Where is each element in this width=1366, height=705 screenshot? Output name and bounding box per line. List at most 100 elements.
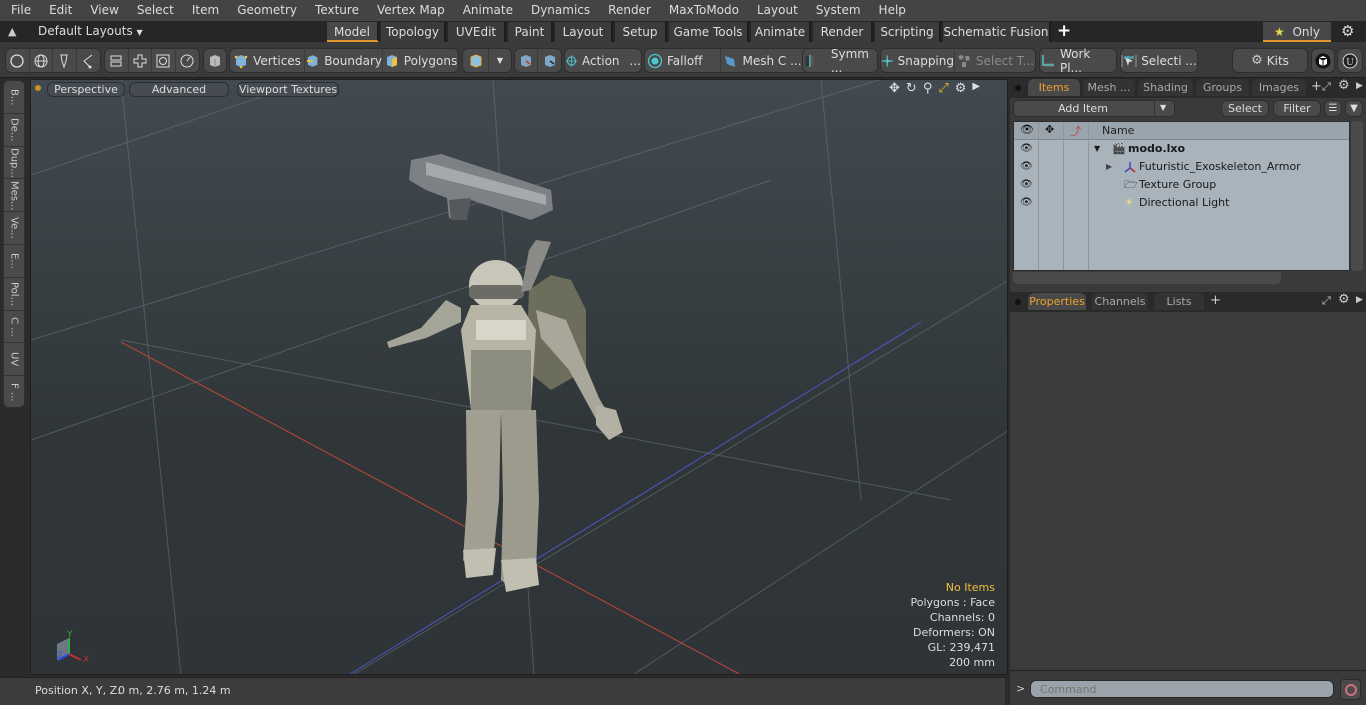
polygons-button[interactable]: Polygons: [383, 49, 458, 72]
tab-shading[interactable]: Shading: [1138, 79, 1193, 96]
menu-edit[interactable]: Edit: [40, 0, 81, 21]
record-button[interactable]: [1340, 679, 1361, 700]
arrow-right-icon[interactable]: ▶: [1356, 81, 1363, 91]
tab-images[interactable]: Images: [1252, 79, 1306, 96]
expand-icon[interactable]: ⤢: [1322, 294, 1331, 308]
menu-texture[interactable]: Texture: [306, 0, 368, 21]
tab-setup[interactable]: Setup: [615, 22, 667, 42]
material-mode-button[interactable]: [463, 49, 489, 72]
world-transform-button[interactable]: [515, 49, 538, 72]
arrow-right-icon[interactable]: ▶: [972, 81, 980, 96]
menu-item[interactable]: Item: [183, 0, 228, 21]
tab-scripting[interactable]: Scripting: [875, 22, 941, 42]
pan-icon[interactable]: ✥: [889, 81, 900, 96]
frame-button[interactable]: [152, 49, 176, 72]
add-tab-icon[interactable]: +: [1311, 79, 1322, 94]
tab-animate[interactable]: Animate: [751, 22, 811, 42]
mesh-constraint-button[interactable]: Mesh C ...: [721, 49, 803, 72]
tree-row-texture-group[interactable]: 👁 🗁 Texture Group: [1014, 176, 1349, 194]
perspective-dropdown[interactable]: Perspective: [47, 82, 125, 97]
viewport-textures-dropdown[interactable]: Viewport Textures: [237, 82, 339, 97]
items-scrollbar[interactable]: [1351, 121, 1363, 271]
layouts-dropdown[interactable]: Default Layouts ▼: [38, 24, 143, 38]
name-column-header[interactable]: Name: [1102, 124, 1134, 137]
expand-triangle-icon[interactable]: ▶: [1106, 158, 1112, 176]
tab-mesh[interactable]: Mesh ...: [1083, 79, 1135, 96]
eye-icon[interactable]: 👁: [1020, 176, 1033, 194]
collapse-icon[interactable]: ▲: [8, 25, 16, 38]
only-favorites-button[interactable]: ★ Only: [1263, 22, 1331, 42]
menu-animate[interactable]: Animate: [454, 0, 522, 21]
tab-properties[interactable]: Properties: [1028, 293, 1086, 310]
gear-icon[interactable]: ⚙: [1338, 78, 1350, 93]
align-button[interactable]: [105, 49, 129, 72]
lasso-button[interactable]: [77, 49, 100, 72]
filter-button[interactable]: Filter: [1273, 100, 1321, 117]
work-plane-button[interactable]: Work Pl...: [1040, 47, 1116, 75]
item-mode-button[interactable]: [204, 49, 226, 72]
kits-button[interactable]: ⚙ Kits: [1233, 49, 1307, 72]
arrow-right-icon[interactable]: ▶: [1356, 295, 1363, 305]
gear-icon[interactable]: ⚙: [1341, 22, 1354, 40]
tab-groups[interactable]: Groups: [1196, 79, 1249, 96]
weapon-model[interactable]: [409, 154, 553, 220]
chevron-down-icon[interactable]: ▼: [1160, 103, 1166, 112]
add-item-button[interactable]: Add Item ▼: [1013, 100, 1175, 117]
tree-row-directional-light[interactable]: 👁 ☀ Directional Light: [1014, 194, 1349, 212]
tab-items[interactable]: Items: [1028, 79, 1080, 96]
menu-maxtomodo[interactable]: MaxToModo: [660, 0, 748, 21]
timer-button[interactable]: [176, 49, 199, 72]
tab-paint[interactable]: Paint: [508, 22, 553, 42]
maximize-icon[interactable]: ⤢: [938, 81, 948, 96]
tab-uvedit[interactable]: UVEdit: [448, 22, 506, 42]
symmetry-button[interactable]: Symm ...: [803, 47, 877, 75]
left-tab-polygon[interactable]: Pol...: [4, 278, 24, 311]
material-dropdown[interactable]: ▼: [489, 49, 511, 72]
action-center-button[interactable]: Action...: [565, 49, 641, 72]
select-button[interactable]: Select: [1221, 100, 1269, 117]
pen-tool-button[interactable]: [53, 49, 77, 72]
left-tab-basic[interactable]: B...: [4, 81, 24, 114]
left-tab-edge[interactable]: E...: [4, 245, 24, 278]
falloff-button[interactable]: Falloff: [645, 49, 721, 72]
eye-icon[interactable]: 👁: [1020, 140, 1033, 158]
menu-dynamics[interactable]: Dynamics: [522, 0, 599, 21]
left-tab-deform[interactable]: De...: [4, 114, 24, 147]
selection-sets-button[interactable]: Selecti ...: [1121, 49, 1197, 72]
add-tab-button[interactable]: +: [1057, 21, 1071, 41]
3d-viewport[interactable]: Y X Z Perspective Advanced Viewport Text…: [30, 79, 1008, 675]
tree-row-mesh[interactable]: 👁 ▶ Futuristic_Exoskeleton_Armor: [1014, 158, 1349, 176]
boundary-button[interactable]: Boundary: [305, 49, 383, 72]
tab-layout[interactable]: Layout: [555, 22, 613, 42]
rotate-icon[interactable]: ↻: [906, 81, 917, 96]
menu-system[interactable]: System: [807, 0, 870, 21]
cross-button[interactable]: [129, 49, 152, 72]
menu-view[interactable]: View: [81, 0, 127, 21]
tab-model[interactable]: Model: [327, 22, 379, 42]
add-tab-icon[interactable]: +: [1210, 293, 1221, 308]
expand-icon[interactable]: ⤢: [1322, 80, 1331, 94]
tab-topology[interactable]: Topology: [381, 22, 446, 42]
modo-cube-button[interactable]: [1312, 49, 1334, 72]
vertices-button[interactable]: Vertices: [230, 49, 305, 72]
circle-select-button[interactable]: [6, 49, 30, 72]
funnel-button[interactable]: ▼: [1345, 100, 1363, 117]
menu-file[interactable]: File: [0, 0, 40, 21]
menu-vertex-map[interactable]: Vertex Map: [368, 0, 454, 21]
left-tab-mesh-edit[interactable]: Mes...: [4, 179, 24, 213]
unreal-button[interactable]: U: [1338, 49, 1362, 72]
shading-dropdown[interactable]: Advanced: [129, 82, 229, 97]
menu-select[interactable]: Select: [128, 0, 183, 21]
globe-button[interactable]: [30, 49, 53, 72]
left-tab-vertex[interactable]: Ve...: [4, 212, 24, 245]
snapping-button[interactable]: Snapping: [881, 49, 955, 72]
expand-triangle-icon[interactable]: ▼: [1094, 140, 1100, 158]
list-options-button[interactable]: ☰: [1324, 100, 1342, 117]
zoom-icon[interactable]: ⚲: [923, 81, 933, 96]
menu-geometry[interactable]: Geometry: [228, 0, 306, 21]
gear-icon[interactable]: ⚙: [955, 81, 967, 96]
menu-layout[interactable]: Layout: [748, 0, 807, 21]
tab-schematic-fusion[interactable]: Schematic Fusion: [943, 22, 1051, 42]
tab-game-tools[interactable]: Game Tools: [669, 22, 749, 42]
local-transform-button[interactable]: [538, 49, 561, 72]
